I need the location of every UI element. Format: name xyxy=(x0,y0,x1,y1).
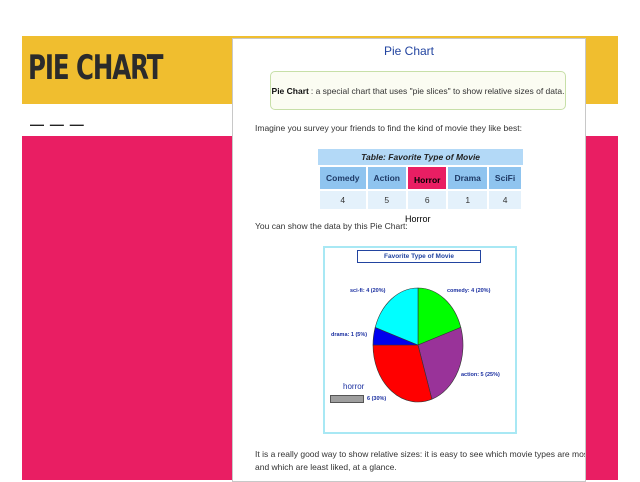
table-cell-comedy: 4 xyxy=(318,189,368,211)
embedded-webpage-screenshot: Pie Chart Pie Chart: a special chart tha… xyxy=(232,38,586,482)
slice-label-action: action: 5 (25%) xyxy=(461,372,500,378)
table-caption: Table: Favorite Type of Movie xyxy=(318,149,524,165)
title-underline-dashes: — — — xyxy=(30,116,85,132)
table-header-action: Action xyxy=(365,165,409,191)
horror-floating-label: Horror xyxy=(405,214,431,224)
table-header-row: Comedy Action Horror Drama SciFi xyxy=(318,165,524,191)
table-cell-action: 5 xyxy=(365,189,409,211)
intro-text: Imagine you survey your friends to find … xyxy=(255,123,522,133)
slide-title: PIE CHART xyxy=(28,48,164,88)
definition-box: Pie Chart: a special chart that uses "pi… xyxy=(270,71,566,110)
table-cell-drama: 1 xyxy=(446,189,489,211)
table-cell-horror: 6 xyxy=(405,189,449,211)
horror-legend-bar xyxy=(330,395,364,403)
page-title: Pie Chart xyxy=(383,44,435,58)
definition-text: : a special chart that uses "pie slices"… xyxy=(310,85,565,96)
slice-label-horror: 6 (30%) xyxy=(367,396,387,402)
pie-chart-panel: Favorite Type of Movie comedy: 4 (20%) a… xyxy=(323,246,517,434)
table-header-scifi: SciFi xyxy=(486,165,524,191)
table-row: 4 5 6 1 4 xyxy=(318,189,524,211)
slice-label-drama: drama: 1 (5%) xyxy=(331,332,368,338)
horror-legend-label: horror xyxy=(343,382,365,391)
table-cell-scifi: 4 xyxy=(486,189,524,211)
outro-text-line1: It is a really good way to show relative… xyxy=(255,449,586,459)
table-header-comedy: Comedy xyxy=(318,165,368,191)
slice-label-comedy: comedy: 4 (20%) xyxy=(447,288,491,294)
movie-table: Table: Favorite Type of Movie Comedy Act… xyxy=(318,149,524,211)
table-header-drama: Drama xyxy=(446,165,489,191)
outro-text-line2: and which are least liked, at a glance. xyxy=(255,462,397,472)
slice-label-scifi: sci-fi: 4 (20%) xyxy=(350,288,386,294)
show-text: You can show the data by this Pie Chart: xyxy=(255,221,408,231)
pie-chart xyxy=(372,287,464,403)
table-header-horror: Horror xyxy=(405,165,449,191)
definition-term: Pie Chart xyxy=(271,85,309,96)
